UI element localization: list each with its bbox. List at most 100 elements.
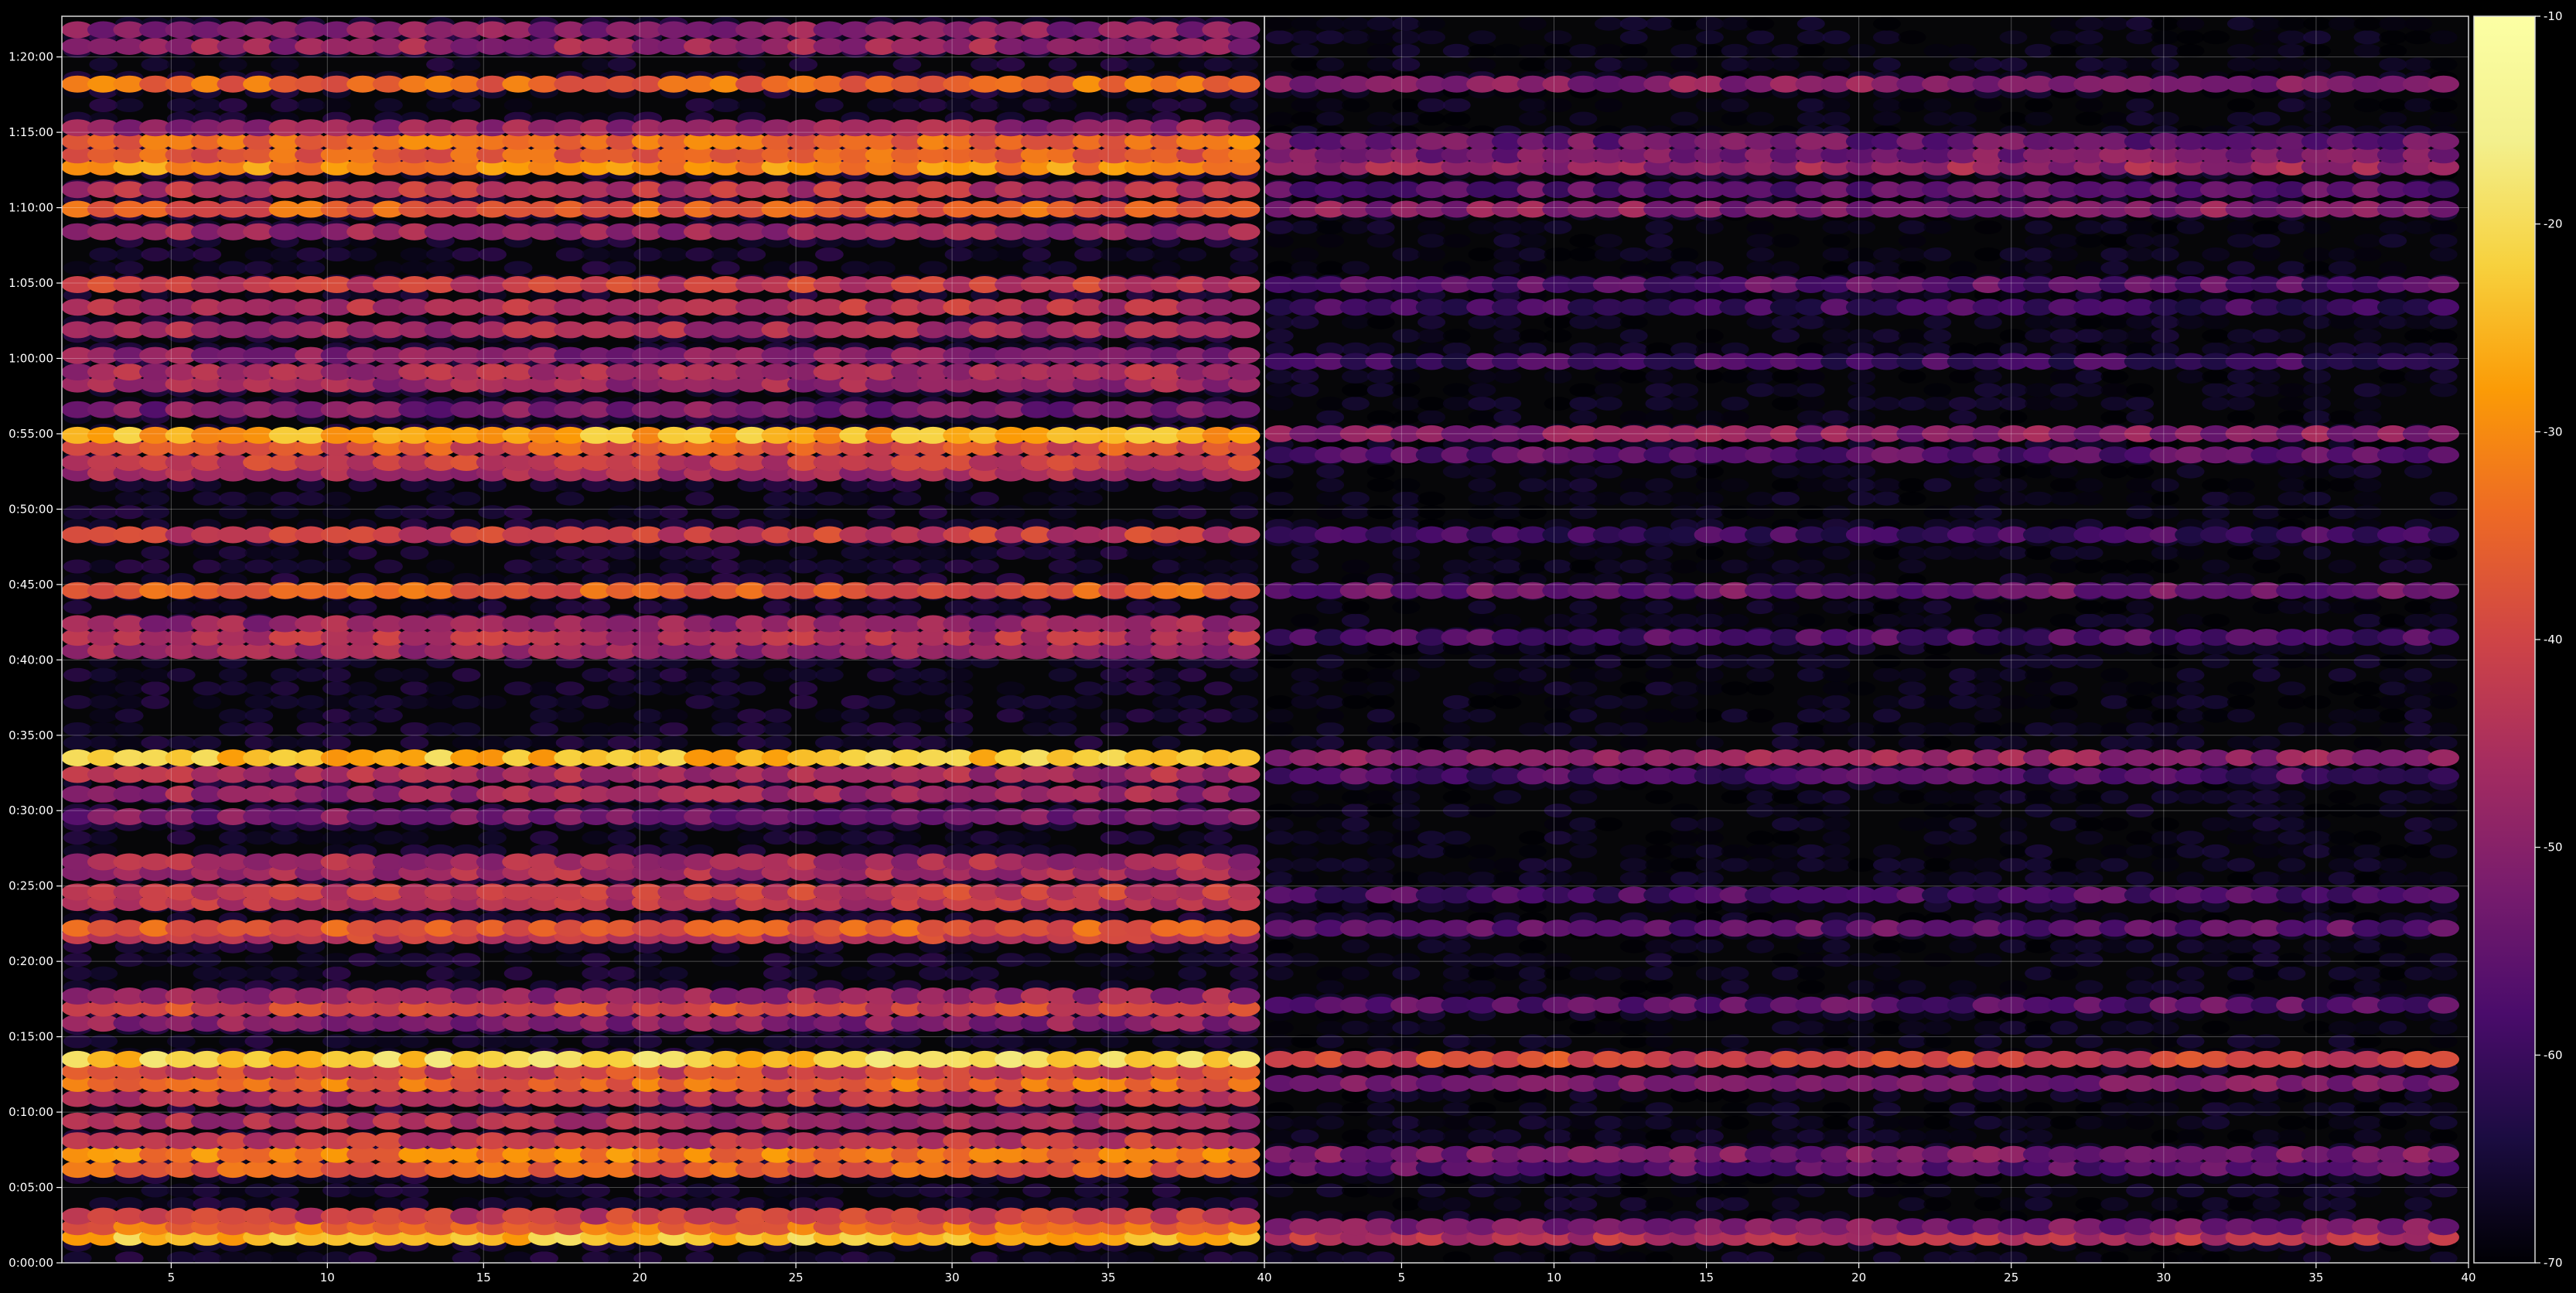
left-background-cell (63, 600, 92, 615)
left-background-cell (218, 545, 247, 560)
left-background-cell (63, 722, 92, 736)
left-background-cell (503, 559, 533, 574)
left-band-blob (1227, 38, 1261, 55)
left-background-cell (1100, 247, 1129, 261)
left-background-cell (1048, 722, 1077, 736)
left-background-cell (1152, 735, 1181, 750)
left-background-cell (1152, 505, 1181, 520)
left-band-blob (1227, 119, 1261, 137)
left-background-cell (892, 559, 922, 574)
left-background-cell (685, 667, 715, 682)
left-background-cell (452, 57, 481, 72)
left-background-cell (271, 247, 299, 261)
left-background-cell (218, 98, 247, 112)
left-background-cell (1100, 1183, 1129, 1198)
left-background-cell (659, 247, 688, 261)
left-background-cell (218, 491, 247, 506)
left-background-cell (607, 966, 636, 981)
left-background-cell (400, 667, 429, 682)
left-background-cell (685, 681, 715, 696)
left-background-cell (1022, 261, 1051, 275)
left-background-cell (218, 667, 247, 682)
left-background-cell (348, 694, 377, 709)
left-background-cell (1048, 694, 1077, 709)
left-background-cell (867, 694, 896, 709)
left-background-cell (971, 545, 999, 560)
left-background-cell (919, 1183, 947, 1198)
left-background-cell (63, 505, 92, 520)
left-background-cell (1203, 708, 1233, 723)
left-background-cell (1022, 694, 1051, 709)
left-background-cell (841, 722, 870, 736)
left-background-cell (815, 247, 844, 261)
left-background-cell (944, 831, 974, 845)
left-background-cell (1074, 545, 1103, 560)
left-background-cell (296, 966, 326, 981)
left-background-cell (867, 953, 896, 967)
left-background-cell (193, 1183, 222, 1198)
left-background-cell (633, 505, 663, 520)
left-background-cell (218, 708, 247, 723)
left-background-cell (426, 966, 455, 981)
left-background-cell (452, 491, 481, 506)
left-background-cell (737, 98, 766, 112)
left-background-cell (789, 681, 818, 696)
left-background-cell (271, 559, 299, 574)
left-background-cell (400, 681, 429, 696)
left-background-cell (141, 491, 170, 506)
left-background-cell (582, 953, 611, 967)
left-background-cell (400, 261, 429, 275)
left-background-cell (503, 966, 533, 981)
left-background-cell (892, 57, 922, 72)
left-background-cell (892, 953, 922, 967)
left-background-cell (633, 681, 663, 696)
left-background-cell (737, 831, 766, 845)
left-background-cell (1048, 491, 1077, 506)
left-background-cell (867, 735, 896, 750)
left-band-blob (1227, 749, 1261, 766)
left-background-cell (971, 491, 999, 506)
left-background-cell (348, 681, 377, 696)
left-background-cell (737, 708, 766, 723)
left-background-cell (452, 722, 481, 736)
left-background-cell (426, 261, 455, 275)
left-background-cell (971, 831, 999, 845)
left-background-cell (193, 247, 222, 261)
left-background-cell (685, 98, 715, 112)
left-background-cell (63, 694, 92, 709)
left-background-cell (607, 831, 636, 845)
left-band-blob (1227, 919, 1261, 937)
left-background-cell (1178, 694, 1207, 709)
left-background-cell (348, 545, 377, 560)
left-background-cell (271, 491, 299, 506)
left-background-cell (659, 1183, 688, 1198)
left-background-cell (503, 1183, 533, 1198)
left-background-cell (659, 545, 688, 560)
left-background-cell (1203, 681, 1233, 696)
left-background-cell (607, 694, 636, 709)
left-background-cell (244, 722, 274, 736)
left-background-cell (348, 831, 377, 845)
left-background-cell (271, 694, 299, 709)
left-background-cell (711, 545, 740, 560)
left-background-cell (426, 953, 455, 967)
left-background-cell (426, 491, 455, 506)
left-background-cell (944, 722, 974, 736)
left-background-cell (867, 1183, 896, 1198)
left-background-cell (89, 559, 118, 574)
left-background-cell (63, 559, 92, 574)
left-background-cell (1022, 708, 1051, 723)
left-background-cell (841, 694, 870, 709)
left-background-cell (555, 545, 585, 560)
left-background-cell (218, 505, 247, 520)
left-background-cell (582, 247, 611, 261)
left-background-cell (1230, 57, 1259, 72)
left-background-cell (89, 722, 118, 736)
left-background-cell (530, 681, 558, 696)
left-background-cell (815, 735, 844, 750)
left-background-cell (1100, 681, 1129, 696)
left-background-cell (892, 667, 922, 682)
left-background-cell (271, 545, 299, 560)
left-background-cell (1230, 694, 1259, 709)
left-background-cell (996, 600, 1025, 615)
